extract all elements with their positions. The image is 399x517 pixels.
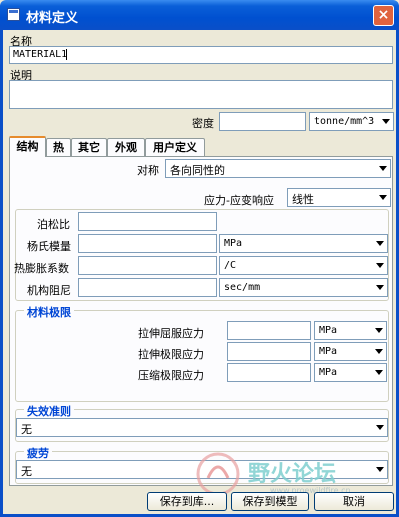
chevron-down-icon [376, 262, 384, 268]
chevron-down-icon [375, 369, 383, 375]
fatigue-title: 疲劳 [24, 445, 52, 461]
chevron-down-icon [376, 240, 384, 246]
structure-tab-panel: 对称 各向同性的 应力-应变响应 线性 泊松比 杨氏模量 MPa 热膨胀系数 /… [9, 156, 393, 486]
forum-watermark: 野火论坛 www.proewildfire.cn [190, 448, 390, 498]
thermal-expansion-unit: /C [224, 260, 237, 271]
tensile-ultimate-unit: MPa [319, 346, 338, 357]
poisson-ratio-label: 泊松比 [37, 218, 70, 231]
description-field[interactable] [9, 80, 393, 109]
failure-criterion-select[interactable]: 无 [16, 418, 388, 437]
tab-other[interactable]: 其它 [71, 138, 107, 156]
watermark-text: 野火论坛 [248, 462, 337, 487]
thermal-expansion-field[interactable] [78, 256, 217, 275]
name-value: MATERIAL1 [13, 49, 68, 60]
chevron-down-icon [379, 165, 387, 171]
symmetry-value: 各向同性的 [170, 164, 225, 177]
tensile-yield-field[interactable] [227, 321, 311, 340]
symmetry-select[interactable]: 各向同性的 [165, 159, 391, 178]
material-limits-title: 材料极限 [24, 304, 74, 320]
window-title: 材料定义 [26, 11, 79, 26]
density-unit-select[interactable]: tonne/mm^3 [309, 112, 394, 131]
tab-thermal[interactable]: 热 [46, 138, 71, 156]
compressive-ultimate-field[interactable] [227, 363, 311, 382]
density-label: 密度 [192, 117, 214, 130]
density-unit-value: tonne/mm^3 [314, 116, 375, 127]
youngs-modulus-label: 杨氏模量 [27, 240, 71, 253]
damping-unit: sec/mm [224, 282, 261, 293]
compressive-ultimate-unit-select[interactable]: MPa [314, 363, 387, 382]
poisson-ratio-field[interactable] [78, 212, 217, 231]
window-icon [7, 8, 20, 21]
tensile-yield-unit-select[interactable]: MPa [314, 321, 387, 340]
text-caret [66, 49, 67, 60]
failure-criterion-value: 无 [21, 423, 32, 436]
save-to-library-button[interactable]: 保存到库... [147, 492, 227, 511]
tensile-ultimate-field[interactable] [227, 342, 311, 361]
chevron-down-icon [382, 118, 390, 124]
chevron-down-icon [376, 284, 384, 290]
failure-criterion-title: 失效准则 [24, 403, 74, 419]
tensile-yield-label: 拉伸屈服应力 [138, 327, 204, 340]
thermal-expansion-unit-select[interactable]: /C [219, 256, 388, 275]
tensile-ultimate-label: 拉伸极限应力 [138, 348, 204, 361]
flame-logo-icon [196, 452, 240, 496]
compressive-ultimate-unit: MPa [319, 367, 338, 378]
youngs-modulus-unit-select[interactable]: MPa [219, 234, 388, 253]
chevron-down-icon [379, 194, 387, 200]
stress-strain-label: 应力-应变响应 [204, 194, 274, 207]
cancel-button[interactable]: 取消 [314, 492, 394, 511]
compressive-ultimate-label: 压缩极限应力 [138, 369, 204, 382]
tab-user-defined[interactable]: 用户定义 [145, 138, 205, 156]
fatigue-value: 无 [21, 465, 32, 478]
tensile-ultimate-unit-select[interactable]: MPa [314, 342, 387, 361]
close-button[interactable]: × [373, 5, 394, 26]
damping-field[interactable] [78, 278, 217, 297]
chevron-down-icon [375, 327, 383, 333]
youngs-modulus-unit: MPa [224, 238, 243, 249]
damping-label: 机构阻尼 [27, 284, 71, 297]
stress-strain-select[interactable]: 线性 [287, 188, 391, 207]
stress-strain-value: 线性 [292, 193, 314, 206]
tab-appearance[interactable]: 外观 [107, 138, 145, 156]
chevron-down-icon [375, 348, 383, 354]
chevron-down-icon [376, 424, 384, 430]
youngs-modulus-field[interactable] [78, 234, 217, 253]
tensile-yield-unit: MPa [319, 325, 338, 336]
damping-unit-select[interactable]: sec/mm [219, 278, 388, 297]
tab-structure[interactable]: 结构 [9, 136, 46, 157]
density-field[interactable] [219, 112, 306, 131]
symmetry-label: 对称 [137, 164, 159, 177]
title-bar[interactable]: 材料定义 × [0, 0, 399, 30]
save-to-model-button[interactable]: 保存到模型 [231, 492, 309, 511]
thermal-expansion-label: 热膨胀系数 [14, 262, 69, 275]
